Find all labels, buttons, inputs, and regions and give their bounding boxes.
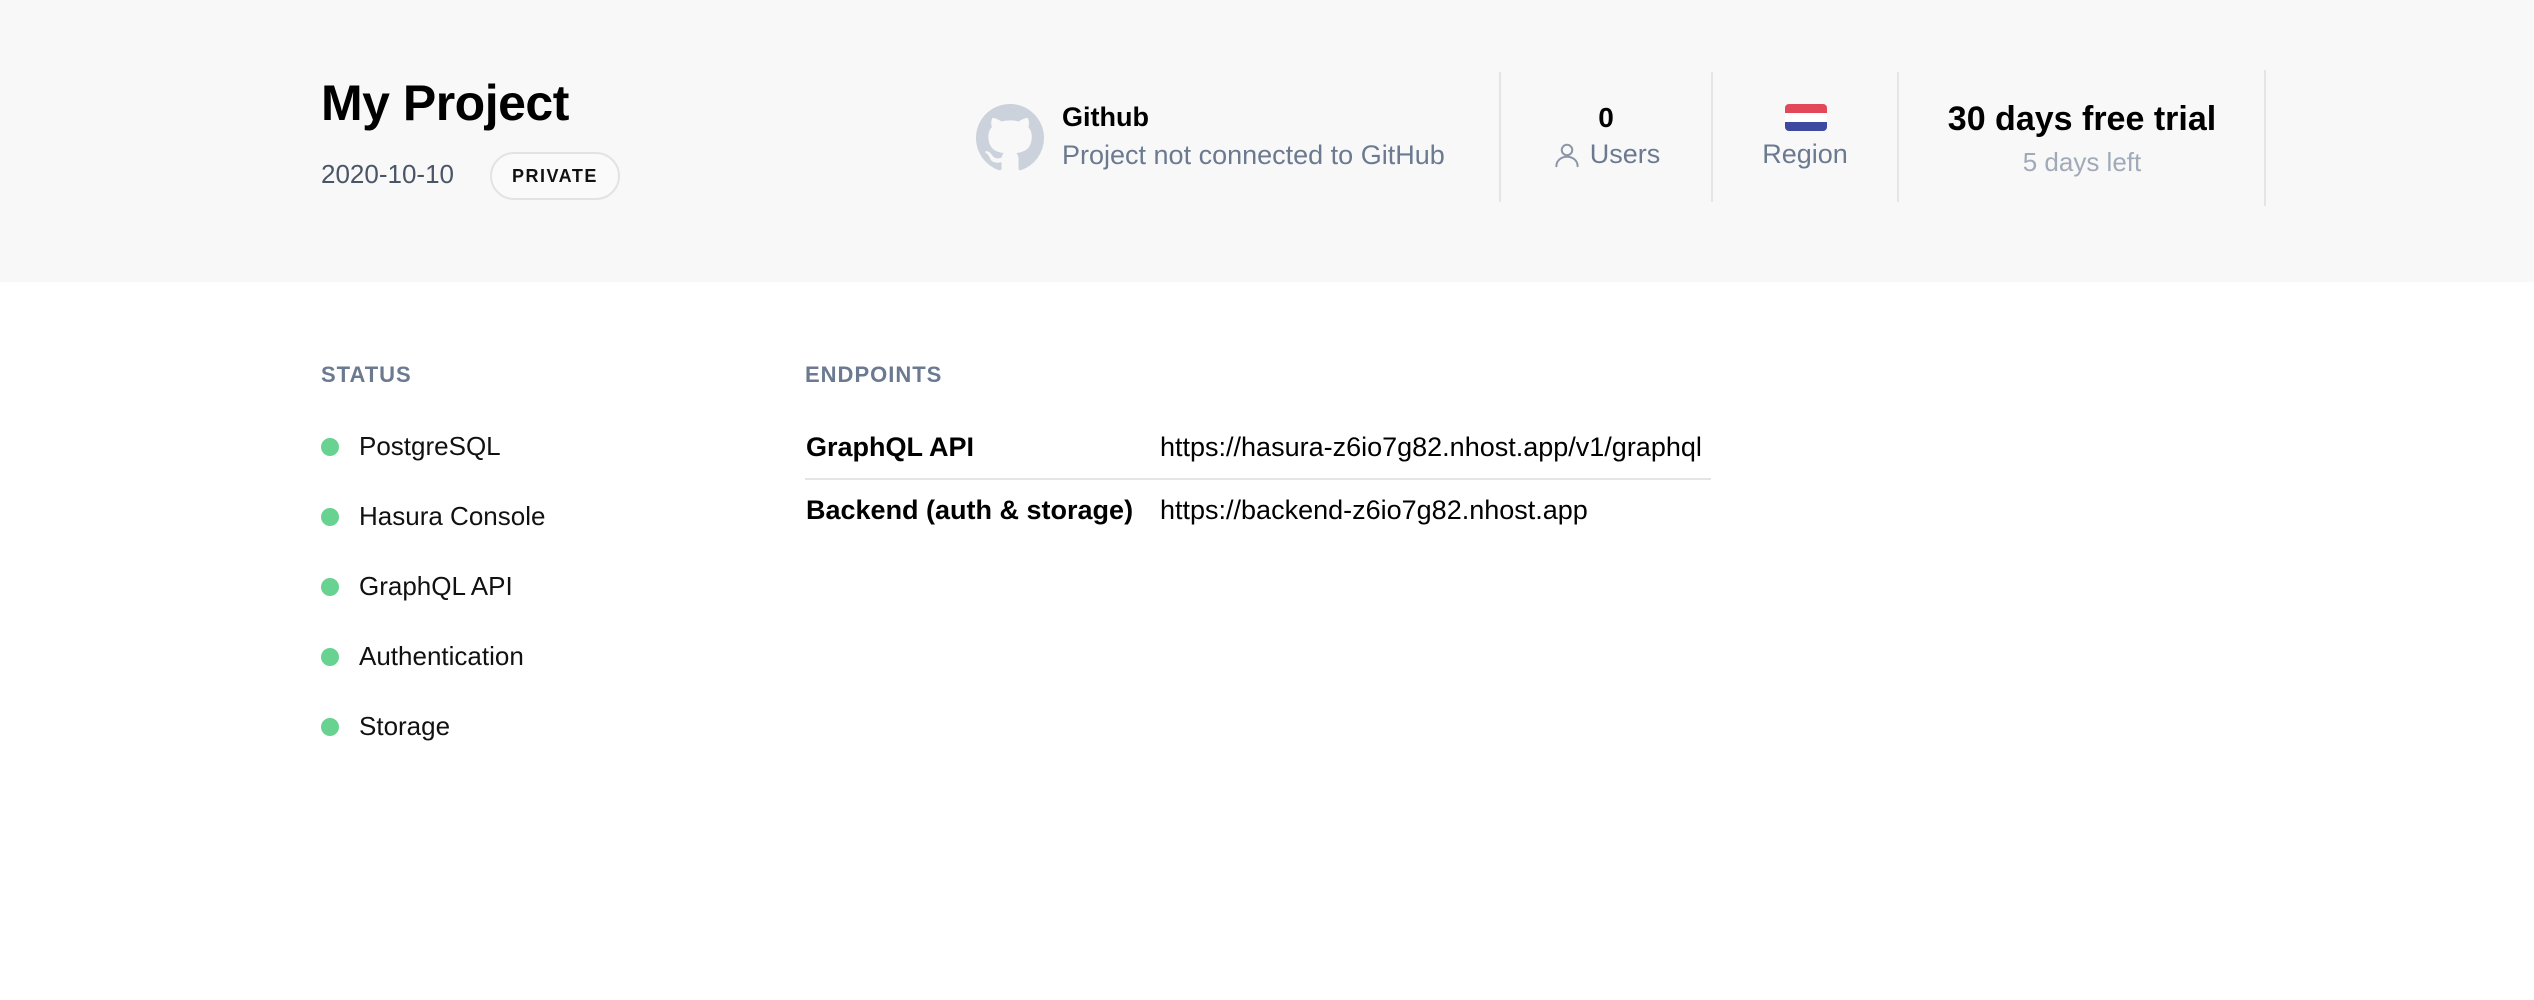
status-item-graphql-api: GraphQL API [321,571,513,602]
status-item-postgresql: PostgreSQL [321,431,501,462]
trial-title: 30 days free trial [1947,100,2217,138]
status-item-authentication: Authentication [321,641,524,672]
divider [1499,72,1501,202]
divider [1711,72,1713,202]
status-dot [321,437,339,456]
github-title: Github [1062,102,1149,132]
status-dot [321,647,339,666]
project-header: My Project 2020-10-10 PRIVATE Github Pro… [0,0,2534,282]
users-stat: Users [1500,139,1712,170]
status-label: PostgreSQL [359,431,501,461]
endpoint-url[interactable]: https://backend-z6io7g82.nhost.app [1160,495,1588,526]
visibility-badge: PRIVATE [490,152,620,200]
region-label: Region [1762,139,1848,169]
status-label: GraphQL API [359,571,513,601]
github-connection-status[interactable]: Project not connected to GitHub [1062,140,1445,171]
status-heading: STATUS [321,362,412,387]
status-label: Authentication [359,641,524,671]
status-label: Hasura Console [359,501,546,531]
status-dot [321,717,339,736]
user-icon [1555,143,1579,167]
endpoints-heading: ENDPOINTS [805,362,943,387]
netherlands-flag-icon [1785,104,1827,131]
endpoint-name: GraphQL API [806,432,975,462]
status-item-storage: Storage [321,711,450,742]
users-label: Users [1589,139,1661,169]
users-count: 0 [1598,102,1614,133]
endpoint-name: Backend (auth & storage) [806,495,1134,525]
project-title: My Project [321,75,569,131]
status-dot [321,507,339,526]
status-dot [321,577,339,596]
endpoint-row: Backend (auth & storage) https://backend… [805,481,1711,541]
endpoint-url[interactable]: https://hasura-z6io7g82.nhost.app/v1/gra… [1160,432,1702,463]
trial-remaining: 5 days left [2022,147,2142,177]
status-item-hasura-console: Hasura Console [321,501,545,532]
divider [2264,70,2266,206]
status-label: Storage [359,711,451,741]
endpoint-row: GraphQL API https://hasura-z6io7g82.nhos… [805,418,1711,480]
project-date: 2020-10-10 [321,159,454,189]
github-icon[interactable] [976,104,1044,172]
